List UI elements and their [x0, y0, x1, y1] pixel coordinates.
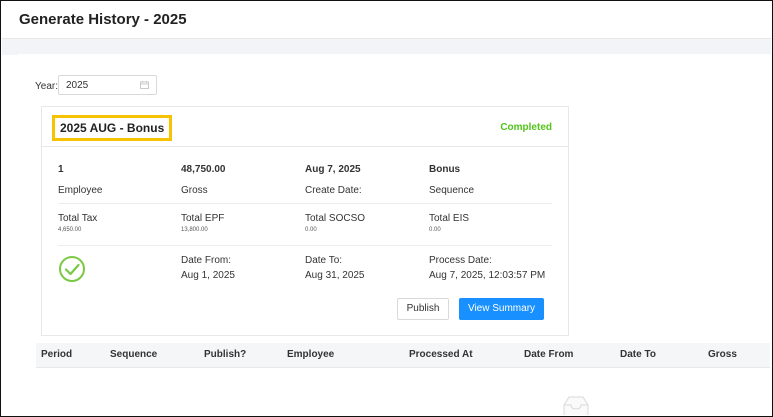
gross-value: 48,750.00: [181, 164, 226, 175]
check-circle-icon: [59, 256, 85, 282]
year-picker[interactable]: 2025: [58, 75, 157, 95]
card-title: 2025 AUG - Bonus: [52, 115, 173, 141]
date-from-cell: Date From: Aug 1, 2025: [181, 255, 235, 281]
total-tax-cell: Total Tax 4,650.00: [58, 213, 97, 233]
card-header: 2025 AUG - Bonus Completed: [42, 107, 568, 147]
date-from-value: Aug 1, 2025: [181, 270, 235, 281]
total-socso-cell: Total SOCSO 0.00: [305, 213, 365, 233]
column-header-period[interactable]: Period: [41, 349, 72, 360]
total-socso-value: 0.00: [305, 227, 317, 233]
publish-button[interactable]: Publish: [397, 298, 449, 320]
history-table-header: Period Sequence Publish? Employee Proces…: [36, 343, 770, 368]
history-card: 2025 AUG - Bonus Completed 1 Employee 48…: [41, 106, 569, 336]
column-header-processed-at[interactable]: Processed At: [409, 349, 473, 360]
date-to-cell: Date To: Aug 31, 2025: [305, 255, 365, 281]
employee-count-label: Employee: [58, 185, 103, 196]
employee-count-value: 1: [58, 164, 64, 175]
column-header-publish[interactable]: Publish?: [204, 349, 246, 360]
column-header-date-to[interactable]: Date To: [620, 349, 656, 360]
year-value: 2025: [66, 80, 89, 91]
employee-count-cell: 1 Employee: [58, 164, 102, 196]
gross-cell: 48,750.00 Gross: [181, 164, 226, 196]
empty-inbox-icon: [563, 396, 589, 415]
column-header-employee[interactable]: Employee: [287, 349, 334, 360]
date-to-label: Date To:: [305, 255, 343, 266]
date-from-label: Date From:: [181, 255, 232, 266]
sequence-cell: Bonus Sequence: [429, 164, 474, 196]
status-badge: Completed: [500, 122, 552, 133]
create-date-value: Aug 7, 2025: [305, 164, 361, 175]
divider: [58, 203, 552, 204]
column-header-gross[interactable]: Gross: [708, 349, 737, 360]
process-date-value: Aug 7, 2025, 12:03:57 PM: [429, 270, 546, 281]
page-title: Generate History - 2025: [19, 11, 187, 28]
create-date-cell: Aug 7, 2025 Create Date:: [305, 164, 362, 196]
date-to-value: Aug 31, 2025: [305, 270, 365, 281]
total-tax-value: 4,650.00: [58, 227, 82, 233]
process-date-label: Process Date:: [429, 255, 492, 266]
sequence-label: Sequence: [429, 185, 475, 196]
total-epf-cell: Total EPF 13,800.00: [181, 213, 224, 233]
total-eis-value: 0.00: [429, 227, 441, 233]
view-summary-button[interactable]: View Summary: [459, 298, 544, 320]
header-band: [2, 39, 771, 55]
process-date-cell: Process Date: Aug 7, 2025, 12:03:57 PM: [429, 255, 545, 281]
total-eis-label: Total EIS: [429, 213, 470, 224]
calendar-icon: [140, 81, 149, 89]
total-eis-cell: Total EIS 0.00: [429, 213, 469, 233]
total-tax-label: Total Tax: [58, 213, 98, 224]
divider: [58, 245, 552, 246]
total-socso-label: Total SOCSO: [305, 213, 366, 224]
column-header-sequence[interactable]: Sequence: [110, 349, 157, 360]
total-epf-value: 13,800.00: [181, 227, 208, 233]
sequence-value: Bonus: [429, 164, 461, 175]
gross-label: Gross: [181, 185, 208, 196]
total-epf-label: Total EPF: [181, 213, 225, 224]
year-label: Year:: [35, 81, 58, 92]
column-header-date-from[interactable]: Date From: [524, 349, 573, 360]
page-header: Generate History - 2025: [2, 2, 771, 39]
create-date-label: Create Date:: [305, 185, 362, 196]
